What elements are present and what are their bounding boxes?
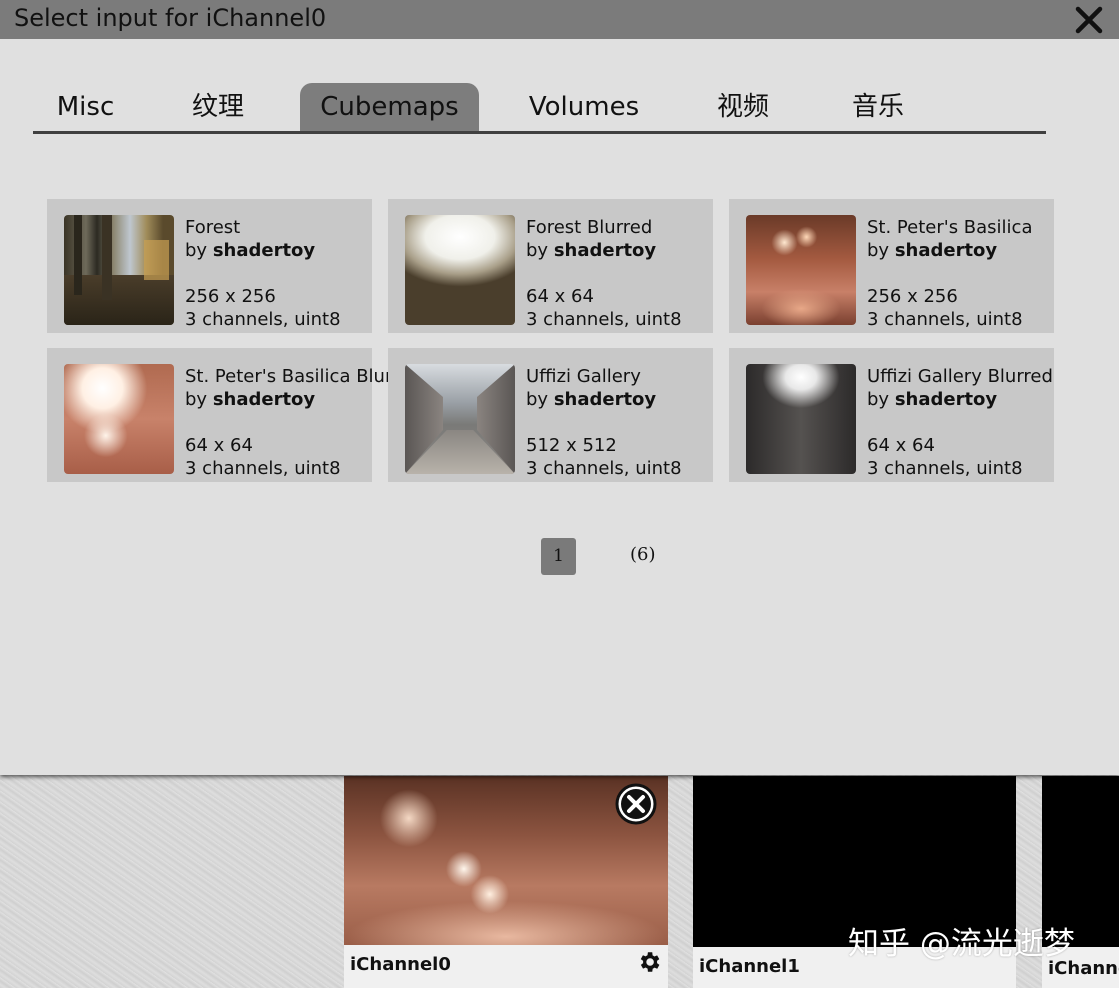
by-label: by (867, 389, 895, 410)
cubemap-name: St. Peter's Basilica (867, 217, 1033, 238)
cubemap-format: 3 channels, uint8 (185, 309, 341, 330)
forest-thumbnail (64, 215, 174, 325)
cubemap-name: Forest Blurred (526, 217, 653, 238)
cubemap-card-uffizi-gallery-blurred[interactable]: Uffizi Gallery Blurred by shadertoy 64 x… (729, 348, 1054, 482)
cubemap-name: St. Peter's Basilica Blurred (185, 366, 422, 387)
gear-icon[interactable] (636, 949, 662, 975)
cubemap-size: 64 x 64 (867, 435, 935, 456)
cubemap-size: 256 x 256 (867, 286, 958, 307)
tab-volumes[interactable]: Volumes (514, 83, 654, 131)
cubemap-info: Forest Blurred by shadertoy 64 x 64 3 ch… (526, 216, 682, 331)
cubemap-format: 3 channels, uint8 (867, 458, 1023, 479)
cubemap-card-uffizi-gallery[interactable]: Uffizi Gallery by shadertoy 512 x 512 3 … (388, 348, 713, 482)
by-label: by (185, 240, 213, 261)
cubemap-format: 3 channels, uint8 (526, 458, 682, 479)
tab-video[interactable]: 视频 (693, 83, 793, 131)
cubemap-card-st-peters-basilica-blurred[interactable]: St. Peter's Basilica Blurred by shaderto… (47, 348, 422, 482)
category-tabs: Misc 纹理 Cubemaps Volumes 视频 音乐 (33, 83, 1046, 134)
input-select-dialog: Select input for iChannel0 Misc 纹理 Cubem… (0, 0, 1119, 775)
close-icon[interactable] (1073, 2, 1105, 36)
cubemap-info: Uffizi Gallery Blurred by shadertoy 64 x… (867, 365, 1053, 480)
tab-misc[interactable]: Misc (33, 83, 138, 131)
cubemap-info: Forest by shadertoy 256 x 256 3 channels… (185, 216, 341, 331)
close-circle-icon[interactable] (614, 782, 658, 826)
dialog-title: Select input for iChannel0 (14, 4, 327, 32)
st-peters-basilica-thumbnail (746, 215, 856, 325)
cubemap-card-forest-blurred[interactable]: Forest Blurred by shadertoy 64 x 64 3 ch… (388, 199, 713, 333)
page-total-count: (6) (630, 544, 656, 565)
dialog-titlebar: Select input for iChannel0 (0, 0, 1119, 39)
cubemap-card-st-peters-basilica[interactable]: St. Peter's Basilica by shadertoy 256 x … (729, 199, 1054, 333)
cubemap-size: 64 x 64 (526, 286, 594, 307)
cubemap-name: Uffizi Gallery Blurred (867, 366, 1053, 387)
by-label: by (526, 389, 554, 410)
cubemap-size: 256 x 256 (185, 286, 276, 307)
cubemap-card-forest[interactable]: Forest by shadertoy 256 x 256 3 channels… (47, 199, 372, 333)
cubemap-author: shadertoy (553, 389, 657, 410)
cubemap-author: shadertoy (212, 240, 316, 261)
cubemap-name: Uffizi Gallery (526, 366, 641, 387)
cubemap-format: 3 channels, uint8 (526, 309, 682, 330)
tab-music[interactable]: 音乐 (828, 83, 928, 131)
cubemap-author: shadertoy (212, 389, 316, 410)
forest-blurred-thumbnail (405, 215, 515, 325)
page-button-current[interactable]: 1 (541, 538, 576, 575)
watermark: 知乎 @流光逝梦 (848, 926, 1075, 962)
cubemap-size: 512 x 512 (526, 435, 617, 456)
cubemap-info: Uffizi Gallery by shadertoy 512 x 512 3 … (526, 365, 682, 480)
uffizi-blurred-thumbnail (746, 364, 856, 474)
channel-label: iChannel1 (699, 956, 800, 977)
channel-label: iChannel0 (350, 954, 451, 975)
tab-cubemaps[interactable]: Cubemaps (300, 83, 479, 131)
cubemap-author: shadertoy (553, 240, 657, 261)
by-label: by (185, 389, 213, 410)
cubemap-info: St. Peter's Basilica by shadertoy 256 x … (867, 216, 1032, 331)
uffizi-gallery-thumbnail (405, 364, 515, 474)
cubemap-format: 3 channels, uint8 (867, 309, 1023, 330)
tab-textures[interactable]: 纹理 (168, 83, 268, 131)
cubemap-info: St. Peter's Basilica Blurred by shaderto… (185, 365, 422, 480)
by-label: by (526, 240, 554, 261)
cubemap-name: Forest (185, 217, 241, 238)
st-peters-blurred-thumbnail (64, 364, 174, 474)
cubemap-author: shadertoy (894, 240, 998, 261)
cubemap-format: 3 channels, uint8 (185, 458, 341, 479)
by-label: by (867, 240, 895, 261)
cubemap-size: 64 x 64 (185, 435, 253, 456)
channel-slot-ichannel0[interactable]: iChannel0 (344, 776, 668, 988)
cubemap-author: shadertoy (894, 389, 998, 410)
